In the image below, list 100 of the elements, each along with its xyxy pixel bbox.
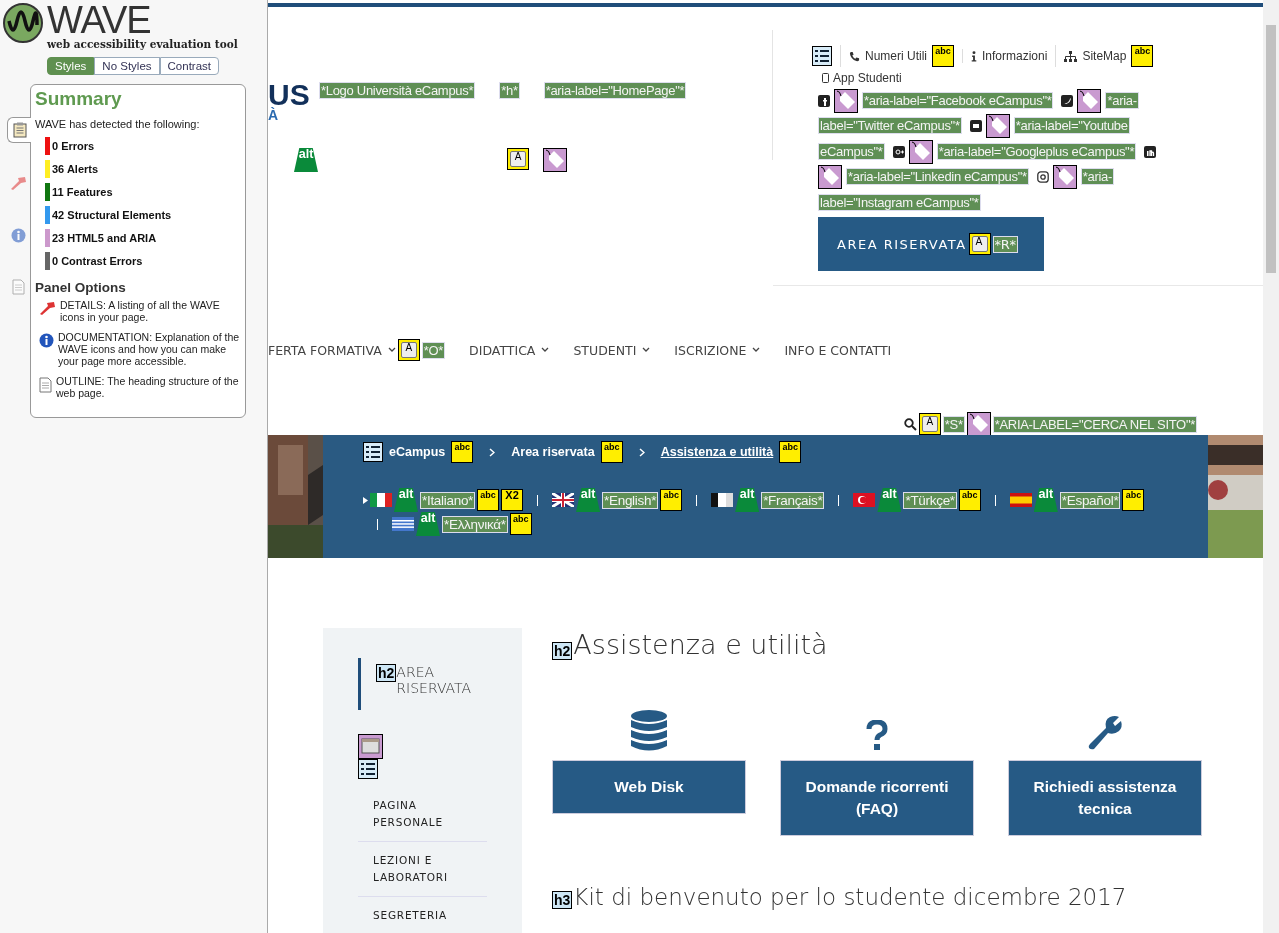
database-icon — [630, 710, 668, 752]
logo-text[interactable]: À — [268, 108, 313, 122]
top-link[interactable]: Informazioni — [962, 49, 1056, 63]
logo-text[interactable]: US — [268, 82, 313, 108]
social-icon[interactable] — [892, 145, 905, 158]
social-icon[interactable] — [818, 94, 830, 107]
view-tab[interactable]: Contrast — [159, 57, 219, 75]
flag-icon — [1009, 493, 1032, 507]
wave-annotation: *h* — [499, 82, 520, 99]
summary-count[interactable]: 11 Features — [52, 185, 113, 198]
language-link[interactable]: *Türkçe* — [903, 491, 957, 509]
sidebar-heading: AREA RISERVATA — [396, 664, 473, 696]
phone-icon — [849, 50, 860, 62]
service-button[interactable]: Domande ricorrenti (FAQ) — [780, 760, 974, 836]
tag-icon — [1052, 165, 1077, 190]
separator — [696, 494, 698, 506]
nav-item[interactable]: DIDATTICA — [469, 342, 550, 358]
access-key-icon: A — [507, 148, 529, 170]
summary-count[interactable]: 42 Structural Elements — [52, 208, 172, 221]
wave-annotation: *aria-label="Facebook eCampus"* — [862, 91, 1054, 109]
alt-icon: alt — [294, 148, 318, 172]
alt-icon: alt — [416, 512, 440, 536]
chevron-down-icon — [752, 347, 761, 353]
heading-level-icon: h2 — [376, 664, 397, 682]
wave-annotation: *Logo Università eCampus* — [319, 82, 476, 99]
tag-icon — [966, 412, 991, 436]
nav-item[interactable]: STUDENTI — [573, 342, 651, 358]
separator — [537, 494, 539, 506]
search-icon[interactable] — [903, 417, 917, 431]
question-icon — [866, 720, 888, 752]
social-icon[interactable] — [969, 120, 982, 133]
tag-icon — [985, 114, 1010, 139]
summary-tab[interactable] — [7, 117, 31, 143]
scrollbar-thumb[interactable] — [1266, 25, 1276, 273]
flag-icon — [370, 493, 392, 507]
top-link[interactable]: SiteMap abc — [1055, 45, 1162, 67]
alt-icon: alt — [877, 488, 902, 512]
nav-item[interactable]: INFO E CONTATTI — [784, 342, 892, 358]
wave-annotation: *R* — [992, 235, 1018, 253]
mobile-icon — [822, 73, 829, 83]
access-key-icon: A — [918, 413, 941, 435]
wrench-icon — [1086, 714, 1124, 752]
chevron-down-icon — [387, 347, 396, 353]
summary-count[interactable]: 23 HTML5 and ARIA — [52, 231, 157, 244]
social-icon[interactable] — [1036, 171, 1049, 184]
separator — [377, 518, 378, 530]
view-tab[interactable]: No Styles — [94, 57, 160, 75]
app-link[interactable]: App Studenti — [822, 71, 902, 85]
service-button[interactable]: Web Disk — [552, 760, 746, 814]
nav-item[interactable]: FERTA FORMATIVA — [268, 342, 396, 358]
wave-annotation: *aria-label="HomePage"* — [543, 82, 687, 99]
redundant-link-icon: X2 — [501, 489, 524, 511]
sidebar-link[interactable]: SEGRETERIA — [358, 897, 487, 933]
breadcrumb-link[interactable]: eCampus — [389, 445, 446, 459]
flag-icon — [10, 176, 27, 190]
view-tab[interactable]: Styles — [47, 57, 95, 75]
language-link[interactable]: *Français* — [761, 491, 825, 509]
language-link[interactable]: *Italiano* — [420, 491, 476, 509]
chevron-right-icon — [638, 447, 645, 457]
social-icon[interactable] — [1144, 145, 1157, 158]
alt-icon: alt — [576, 488, 601, 512]
language-link[interactable]: *Ελληνικά* — [442, 515, 508, 533]
tag-icon — [818, 165, 842, 190]
chevron-down-icon — [541, 347, 550, 353]
reserved-area-button[interactable]: AREA RISERVATA A *R* — [818, 217, 1044, 272]
alt-icon: alt — [735, 488, 760, 512]
breadcrumb-link[interactable]: Assistenza e utilità — [660, 445, 774, 459]
sidebar-link[interactable]: LEZIONI E LABORATORI — [358, 842, 487, 897]
nav-item[interactable]: ISCRIZIONE — [674, 342, 761, 358]
chevron-right-icon — [489, 447, 496, 457]
summary-count[interactable]: 36 Alerts — [52, 162, 99, 175]
section-heading: Kit di benvenuto per lo studente dicembre 2017 — [573, 883, 1127, 911]
flag-icon — [853, 493, 876, 507]
wave-annotation: *aria-label="Googleplus eCampus"* — [936, 142, 1137, 160]
flag-icon — [552, 493, 575, 507]
social-icon[interactable] — [1061, 94, 1074, 107]
language-link[interactable]: *Español* — [1059, 491, 1121, 509]
summary-count[interactable]: 0 Errors — [52, 139, 95, 152]
breadcrumb-link[interactable]: Area riservata — [511, 445, 595, 459]
tag-icon — [1077, 88, 1102, 113]
info-icon — [971, 50, 977, 62]
heading-level-icon: h2 — [552, 642, 573, 660]
separator — [838, 494, 840, 506]
alert-icon: abc — [477, 489, 500, 511]
summary-intro: WAVE has detected the following: — [35, 118, 201, 130]
language-link[interactable]: *English* — [602, 491, 659, 509]
alert-icon: abc — [509, 513, 532, 535]
access-key-icon: A — [397, 339, 420, 361]
alert-icon: abc — [600, 441, 623, 463]
info-icon — [39, 333, 54, 348]
summary-count[interactable]: 0 Contrast Errors — [52, 254, 143, 267]
flag-icon — [711, 493, 734, 507]
option-description: DOCUMENTATION: Explanation of the WAVE icons and how you can make your page more accessible. — [58, 331, 241, 367]
alt-icon: alt — [394, 488, 418, 512]
service-button[interactable]: Richiedi assistenza tecnica — [1008, 760, 1202, 836]
separator — [994, 494, 996, 506]
sidebar-link[interactable]: PAGINA PERSONALE — [358, 787, 487, 842]
alert-icon: abc — [958, 489, 981, 511]
top-link[interactable]: Numeri Utili abc — [840, 45, 962, 67]
flag-icon — [392, 517, 414, 531]
